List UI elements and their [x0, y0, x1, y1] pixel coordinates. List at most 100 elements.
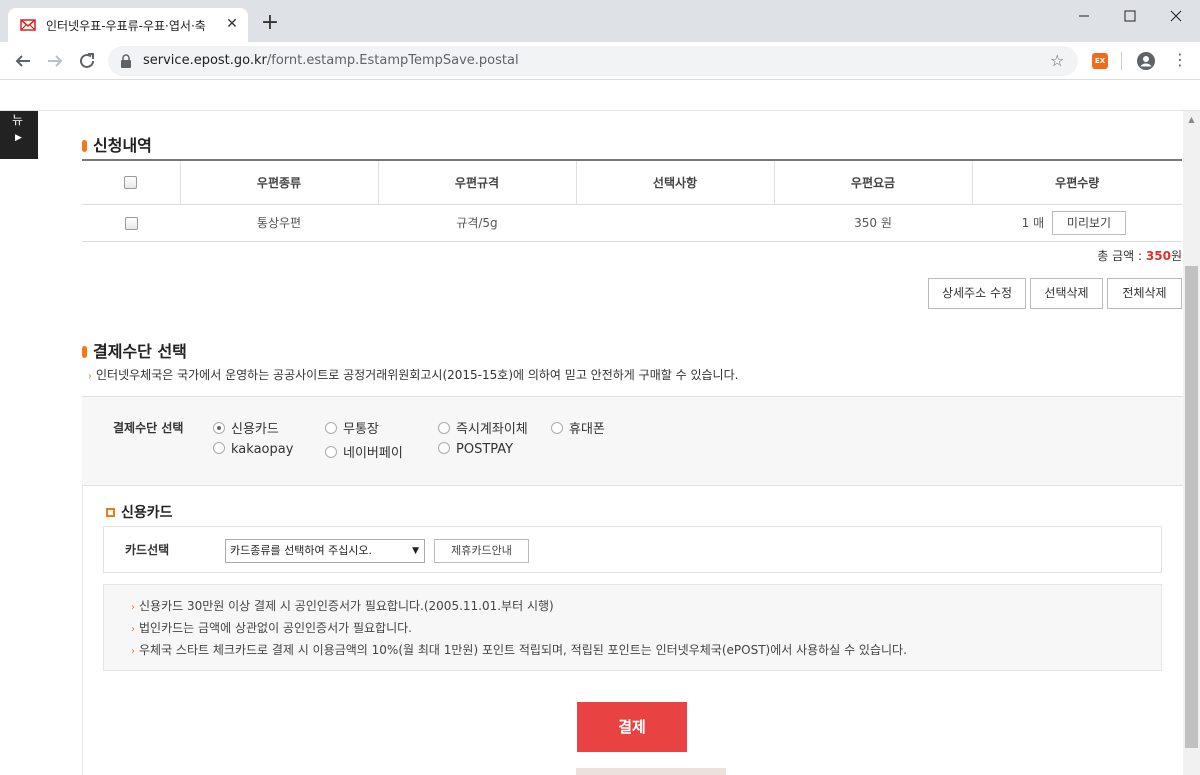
forward-arrow-icon[interactable] [42, 48, 68, 74]
caret-icon: › [88, 371, 92, 382]
payment-title-text: 결제수단 선택 [93, 342, 187, 361]
pay-button[interactable]: 결제 [577, 702, 687, 752]
info-text: 신용카드 30만원 이상 결제 시 공인인증서가 필요합니다.(2005.11.… [139, 599, 554, 613]
radio-unselected-icon [551, 422, 563, 434]
menu-kebab-icon[interactable]: ⋮ [1172, 50, 1188, 70]
quick-menu-label: 뉴 [12, 113, 24, 127]
credit-card-info-box: › 신용카드 30만원 이상 결제 시 공인인증서가 필요합니다.(2005.11… [103, 584, 1162, 671]
epost-favicon-icon [20, 19, 36, 31]
tab-title: 인터넷우표-우표류-우표·엽서·축 [46, 19, 206, 33]
info-text: 우체국 스타트 체크카드로 결제 시 이용금액의 10%(월 최대 1만원) 포… [139, 643, 907, 657]
partner-card-info-button[interactable]: 제휴카드안내 [434, 539, 529, 563]
caret-right-icon: ▶ [15, 133, 22, 143]
payment-notice: › 인터넷우체국은 국가에서 운영하는 공공사이트로 공정거래위원회고시(2015… [88, 366, 738, 383]
select-all-checkbox[interactable] [124, 176, 138, 190]
title-bullet-icon [82, 346, 87, 358]
radio-label: 즉시계좌이체 [456, 422, 528, 437]
payment-section-title: 결제수단 선택 [82, 338, 187, 362]
extension-icon[interactable]: EX [1092, 53, 1108, 69]
toolbar-divider [1121, 52, 1122, 70]
reload-icon[interactable] [74, 48, 100, 74]
title-bullet-icon [82, 140, 87, 152]
radio-account-transfer[interactable]: 즉시계좌이체 [438, 418, 528, 437]
payment-method-box: 결제수단 선택 신용카드 무통장 즉시계좌이체 휴대폰 kakaopay 네이버… [82, 396, 1183, 486]
lock-icon [121, 54, 131, 68]
credit-card-title-text: 신용카드 [121, 505, 173, 521]
radio-mobile[interactable]: 휴대폰 [551, 418, 605, 437]
quick-menu[interactable]: 뉴 ▶ [0, 111, 38, 159]
mail-size-cell: 규격/5g [378, 204, 576, 242]
address-bar[interactable]: service.epost.go.kr/fornt.estamp.EstampT… [108, 46, 1078, 76]
order-section-title: 신청내역 [82, 132, 152, 156]
mail-option-cell [576, 204, 774, 242]
total-label: 총 금액 : [1097, 249, 1146, 263]
total-unit: 원 [1170, 249, 1182, 263]
radio-credit-card[interactable]: 신용카드 [213, 418, 279, 437]
preview-button[interactable]: 미리보기 [1052, 210, 1126, 235]
scroll-up-icon[interactable]: ▲ [1183, 111, 1200, 128]
radio-naverpay[interactable]: 네이버페이 [325, 442, 403, 461]
radio-label: 무통장 [343, 422, 379, 437]
card-type-select[interactable]: 카드종류를 선택하여 주십시오. ▼ [225, 539, 425, 563]
radio-unselected-icon [213, 442, 225, 454]
payment-notice-text: 인터넷우체국은 국가에서 운영하는 공공사이트로 공정거래위원회고시(2015-… [96, 368, 739, 382]
radio-label: POSTPAY [456, 442, 514, 457]
payment-method-label: 결제수단 선택 [113, 421, 184, 435]
page-scrollbar[interactable]: ▲ [1183, 111, 1200, 775]
url-host: service.epost.go.kr [143, 53, 267, 68]
mail-type-cell: 통상우편 [180, 204, 378, 242]
back-arrow-icon[interactable] [10, 48, 36, 74]
url-path: /fornt.estamp.EstampTempSave.postal [266, 53, 519, 68]
maximize-icon[interactable] [1107, 4, 1153, 28]
column-header: 우편종류 [179, 159, 378, 205]
header-checkbox-cell [82, 159, 180, 205]
radio-kakaopay[interactable]: kakaopay [213, 442, 293, 457]
radio-selected-icon [213, 422, 225, 434]
info-line: › 신용카드 30만원 이상 결제 시 공인인증서가 필요합니다.(2005.11… [131, 597, 554, 614]
row-checkbox-cell [82, 204, 180, 242]
info-line: › 우체국 스타트 체크카드로 결제 시 이용금액의 10%(월 최대 1만원) … [131, 641, 907, 658]
radio-unselected-icon [325, 422, 337, 434]
table-header-row: 우편종류 우편규격 선택사항 우편요금 우편수량 [82, 159, 1182, 205]
order-title-text: 신청내역 [93, 136, 152, 155]
delete-all-button[interactable]: 전체삭제 [1107, 278, 1182, 309]
url-text[interactable]: service.epost.go.kr/fornt.estamp.EstampT… [143, 53, 519, 68]
info-text: 법인카드는 금액에 상관없이 공인인증서가 필요합니다. [139, 621, 412, 635]
column-header: 우편요금 [773, 159, 972, 205]
profile-icon[interactable] [1136, 51, 1156, 71]
browser-tab[interactable]: 인터넷우표-우표류-우표·엽서·축 ✕ [8, 8, 248, 42]
radio-postpay[interactable]: POSTPAY [438, 442, 513, 457]
radio-label: 신용카드 [231, 422, 279, 437]
dropdown-arrow-icon: ▼ [412, 546, 419, 556]
mail-qty: 1 매 [1021, 215, 1045, 230]
minimize-icon[interactable] [1061, 4, 1107, 28]
column-header: 우편규격 [377, 159, 576, 205]
column-header: 우편수량 [971, 159, 1182, 205]
window-close-icon[interactable] [1153, 4, 1199, 28]
bottom-decoration [576, 768, 726, 775]
credit-card-title: 신용카드 [106, 502, 173, 522]
delete-selected-button[interactable]: 선택삭제 [1030, 278, 1103, 309]
row-checkbox[interactable] [124, 216, 138, 230]
edit-address-button[interactable]: 상세주소 수정 [928, 278, 1026, 309]
browser-toolbar: service.epost.go.kr/fornt.estamp.EstampT… [0, 42, 1200, 80]
page-top-divider [0, 110, 1200, 111]
radio-bank-deposit[interactable]: 무통장 [325, 418, 379, 437]
info-line: › 법인카드는 금액에 상관없이 공인인증서가 필요합니다. [131, 619, 412, 636]
radio-label: 휴대폰 [569, 422, 605, 437]
caret-icon: › [131, 624, 135, 635]
card-select-label: 카드선택 [125, 543, 170, 557]
total-value: 350 [1145, 249, 1171, 263]
bookmark-star-icon[interactable]: ☆ [1050, 51, 1064, 70]
column-header: 선택사항 [575, 159, 774, 205]
tab-close-icon[interactable]: ✕ [222, 14, 242, 34]
browser-tabstrip: 인터넷우표-우표류-우표·엽서·축 ✕ + [0, 0, 1200, 42]
caret-icon: › [131, 602, 135, 613]
scroll-thumb[interactable] [1185, 266, 1198, 748]
order-table: 우편종류 우편규격 선택사항 우편요금 우편수량 통상우편 규격/5g 350 … [82, 159, 1182, 242]
new-tab-icon[interactable]: + [258, 12, 282, 36]
radio-unselected-icon [325, 446, 337, 458]
card-type-select-value: 카드종류를 선택하여 주십시오. [230, 544, 373, 557]
caret-icon: › [131, 646, 135, 657]
table-row: 통상우편 규격/5g 350 원 1 매 미리보기 [82, 204, 1182, 242]
